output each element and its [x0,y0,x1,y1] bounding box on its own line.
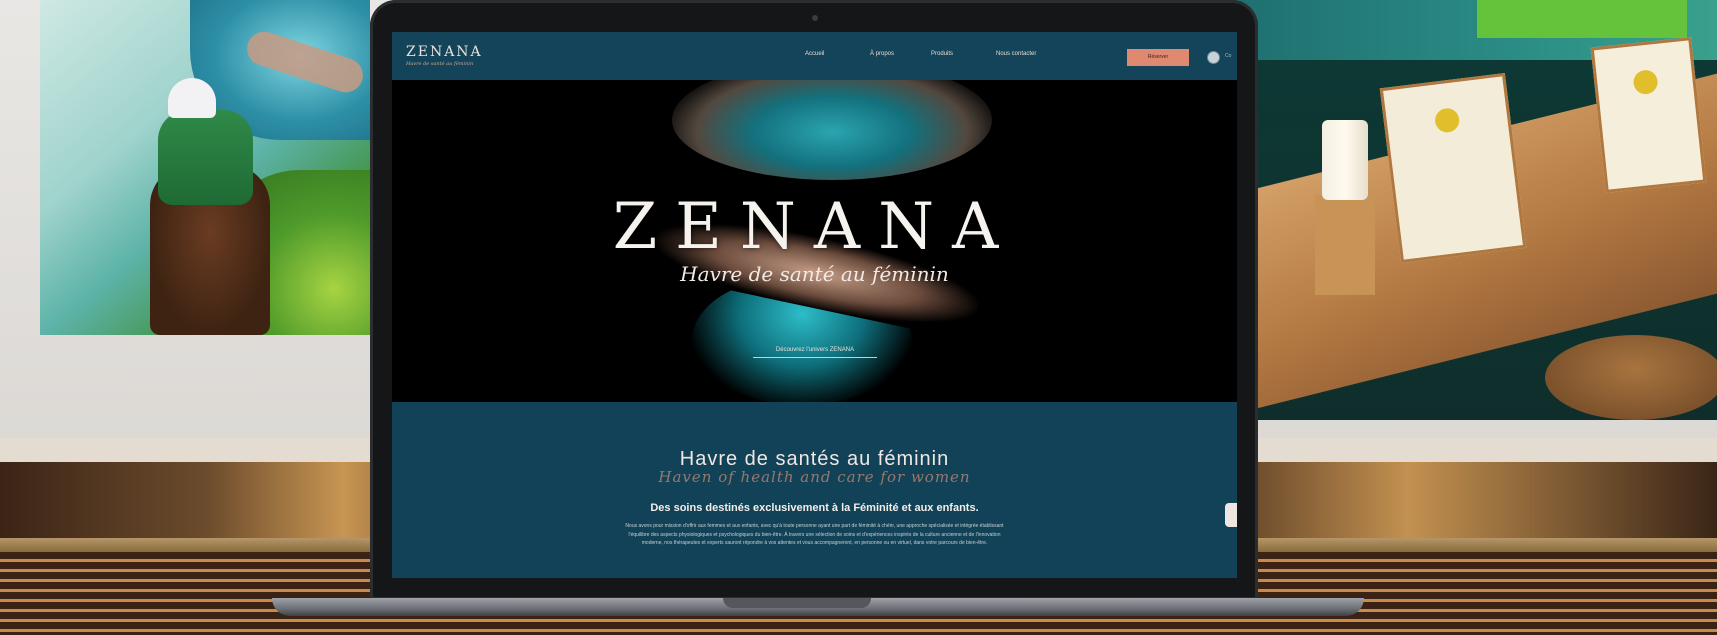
laptop-screen: ZENANA Havre de santé au féminin Accueil… [392,32,1237,578]
site-logo[interactable]: ZENANA [406,44,483,60]
nav-item-a-propos[interactable]: À propos [870,51,894,57]
intro-section: Havre de santés au féminin Haven of heal… [392,402,1237,578]
hero-banner: ZENANA Havre de santé au féminin Découvr… [392,80,1237,402]
chat-tab[interactable] [1225,503,1237,527]
poster-jockey-helmet [168,78,216,118]
background-poster-image [40,0,370,335]
login-label[interactable]: Co [1225,53,1231,59]
menu-card-right [1590,37,1707,193]
menu-card-emblem [1433,106,1461,134]
menu-card-emblem [1631,68,1659,96]
reserve-button[interactable]: Réserver [1127,49,1189,66]
hero-title: ZENANA [612,190,1017,264]
user-avatar-icon[interactable] [1207,51,1220,64]
poster-jockey [158,110,253,205]
laptop-notch [723,598,871,608]
site-tagline: Havre de santé au féminin [406,61,474,67]
site-header: ZENANA Havre de santé au féminin Accueil… [392,32,1237,80]
section-heading: Des soins destinés exclusivement à la Fé… [650,502,979,514]
candle-holder [1315,195,1375,295]
menu-card-left [1379,72,1527,264]
nav-item-produits[interactable]: Produits [931,51,953,57]
mural-green-panel [1477,0,1687,38]
webcam-icon [812,15,818,21]
candle [1322,120,1368,200]
hero-subtitle: Havre de santé au féminin [680,262,949,286]
wooden-stool [1545,335,1717,420]
hero-water [672,80,992,180]
nav-item-accueil[interactable]: Accueil [805,51,824,57]
discover-link[interactable]: Découvrez l'univers ZENANA [753,347,877,358]
nav-item-contact[interactable]: Nous contacter [996,51,1036,57]
section-body: Nous avons pour mission d'offrir aux fem… [625,523,1004,546]
section-script-title: Haven of health and care for women [658,468,971,486]
